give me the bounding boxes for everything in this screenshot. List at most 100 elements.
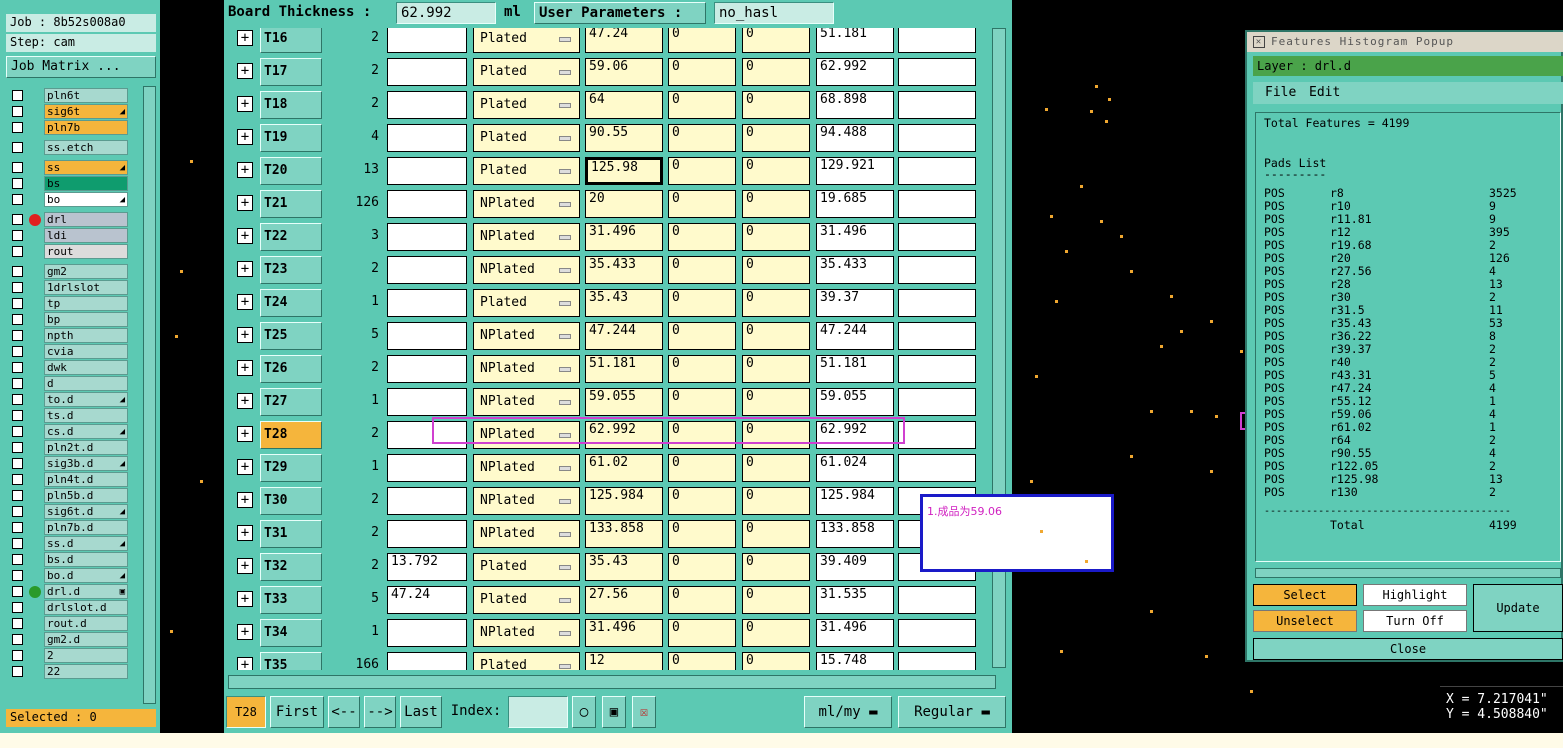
- layer-row[interactable]: ss ◢: [10, 160, 128, 175]
- expand-toggle[interactable]: +: [234, 355, 256, 383]
- extra-input[interactable]: [898, 421, 976, 449]
- drill-size-input[interactable]: 39.37: [816, 289, 894, 317]
- layer-checkbox[interactable]: [12, 246, 23, 257]
- plus-tolerance-input[interactable]: 0: [668, 58, 736, 86]
- tool-input-1[interactable]: [387, 190, 467, 218]
- tool-type-dropdown[interactable]: Plated: [473, 58, 580, 86]
- layer-checkbox[interactable]: [12, 394, 23, 405]
- extra-input[interactable]: [898, 652, 976, 670]
- tool-input-1[interactable]: [387, 619, 467, 647]
- expand-toggle[interactable]: +: [234, 454, 256, 482]
- drill-size-input[interactable]: 94.488: [816, 124, 894, 152]
- pad-row[interactable]: POS r59.06 4: [1264, 408, 1544, 421]
- layer-name[interactable]: 1drlslot: [44, 280, 128, 295]
- tool-name[interactable]: T21: [260, 190, 322, 218]
- minus-tolerance-input[interactable]: 0: [742, 124, 810, 152]
- layer-checkbox[interactable]: [12, 490, 23, 501]
- layer-checkbox[interactable]: [12, 314, 23, 325]
- layer-checkbox[interactable]: [12, 362, 23, 373]
- layer-name[interactable]: ts.d: [44, 408, 128, 423]
- expand-icon[interactable]: +: [237, 624, 253, 640]
- layer-checkbox[interactable]: [12, 266, 23, 277]
- tool-name[interactable]: T35: [260, 652, 322, 670]
- layer-name[interactable]: pln5b.d: [44, 488, 128, 503]
- tool-input-1[interactable]: [387, 322, 467, 350]
- tool-input-1[interactable]: 47.24: [387, 586, 467, 614]
- extra-input[interactable]: [898, 124, 976, 152]
- tool-name[interactable]: T23: [260, 256, 322, 284]
- layer-row[interactable]: 1drlslot: [10, 280, 128, 295]
- tool-input-1[interactable]: [387, 58, 467, 86]
- layer-checkbox[interactable]: [12, 538, 23, 549]
- tool-name[interactable]: T31: [260, 520, 322, 548]
- extra-input[interactable]: [898, 454, 976, 482]
- extra-input[interactable]: [898, 388, 976, 416]
- plus-tolerance-input[interactable]: 0: [668, 223, 736, 251]
- expand-icon[interactable]: +: [237, 261, 253, 277]
- tool-type-dropdown[interactable]: NPlated: [473, 355, 580, 383]
- plus-tolerance-input[interactable]: 0: [668, 28, 736, 53]
- layer-row[interactable]: 2: [10, 648, 128, 663]
- tool-input-1[interactable]: [387, 223, 467, 251]
- minus-tolerance-input[interactable]: 0: [742, 652, 810, 670]
- expand-icon[interactable]: +: [237, 360, 253, 376]
- expand-icon[interactable]: +: [237, 426, 253, 442]
- finish-size-input[interactable]: 64: [585, 91, 663, 119]
- tool-name[interactable]: T17: [260, 58, 322, 86]
- minus-tolerance-input[interactable]: 0: [742, 322, 810, 350]
- expand-icon[interactable]: +: [237, 657, 253, 670]
- expand-icon[interactable]: +: [237, 162, 253, 178]
- layer-row[interactable]: pln7b.d: [10, 520, 128, 535]
- extra-input[interactable]: [898, 322, 976, 350]
- finish-size-input[interactable]: 125.984: [585, 487, 663, 515]
- layer-checkbox[interactable]: [12, 650, 23, 661]
- tool-name[interactable]: T32: [260, 553, 322, 581]
- minus-tolerance-input[interactable]: 0: [742, 388, 810, 416]
- layer-name[interactable]: pln7b.d: [44, 520, 128, 535]
- expand-toggle[interactable]: +: [234, 190, 256, 218]
- layer-row[interactable]: tp: [10, 296, 128, 311]
- layer-checkbox[interactable]: [12, 230, 23, 241]
- tool-type-dropdown[interactable]: NPlated: [473, 487, 580, 515]
- drill-size-input[interactable]: 47.244: [816, 322, 894, 350]
- highlight-button[interactable]: Highlight: [1363, 584, 1467, 606]
- plus-tolerance-input[interactable]: 0: [668, 190, 736, 218]
- layer-row[interactable]: sig3b.d ◢: [10, 456, 128, 471]
- last-button[interactable]: Last: [400, 696, 442, 728]
- expand-icon[interactable]: +: [237, 96, 253, 112]
- layer-row[interactable]: npth: [10, 328, 128, 343]
- plus-tolerance-input[interactable]: 0: [668, 652, 736, 670]
- turn-off-button[interactable]: Turn Off: [1363, 610, 1467, 632]
- expand-toggle[interactable]: +: [234, 586, 256, 614]
- expand-toggle[interactable]: +: [234, 58, 256, 86]
- expand-icon[interactable]: +: [237, 558, 253, 574]
- layer-row[interactable]: bp: [10, 312, 128, 327]
- pad-row[interactable]: POS r64 2: [1264, 434, 1544, 447]
- tool-input-1[interactable]: [387, 289, 467, 317]
- drill-size-input[interactable]: 51.181: [816, 355, 894, 383]
- drill-size-input[interactable]: 31.496: [816, 223, 894, 251]
- layer-checkbox[interactable]: [12, 214, 23, 225]
- menu-file[interactable]: File: [1265, 82, 1296, 104]
- close-button[interactable]: Close: [1253, 638, 1563, 660]
- pad-row[interactable]: POS r20 126: [1264, 252, 1544, 265]
- layer-checkbox[interactable]: [12, 410, 23, 421]
- tool-input-1[interactable]: [387, 388, 467, 416]
- delete-icon[interactable]: ☒: [632, 696, 656, 728]
- tool-name[interactable]: T30: [260, 487, 322, 515]
- graphic-canvas-left[interactable]: [160, 0, 224, 733]
- layer-name[interactable]: drlslot.d: [44, 600, 128, 615]
- drill-size-input[interactable]: 15.748: [816, 652, 894, 670]
- tool-type-dropdown[interactable]: Plated: [473, 289, 580, 317]
- drill-size-input[interactable]: 31.496: [816, 619, 894, 647]
- close-icon[interactable]: ✕: [1253, 36, 1265, 48]
- tool-input-1[interactable]: [387, 124, 467, 152]
- minus-tolerance-input[interactable]: 0: [742, 520, 810, 548]
- first-button[interactable]: First: [270, 696, 324, 728]
- drill-size-input[interactable]: 68.898: [816, 91, 894, 119]
- tool-input-1[interactable]: [387, 355, 467, 383]
- expand-icon[interactable]: +: [237, 30, 253, 46]
- layer-row[interactable]: cvia: [10, 344, 128, 359]
- expand-toggle[interactable]: +: [234, 28, 256, 53]
- layer-row[interactable]: bs.d: [10, 552, 128, 567]
